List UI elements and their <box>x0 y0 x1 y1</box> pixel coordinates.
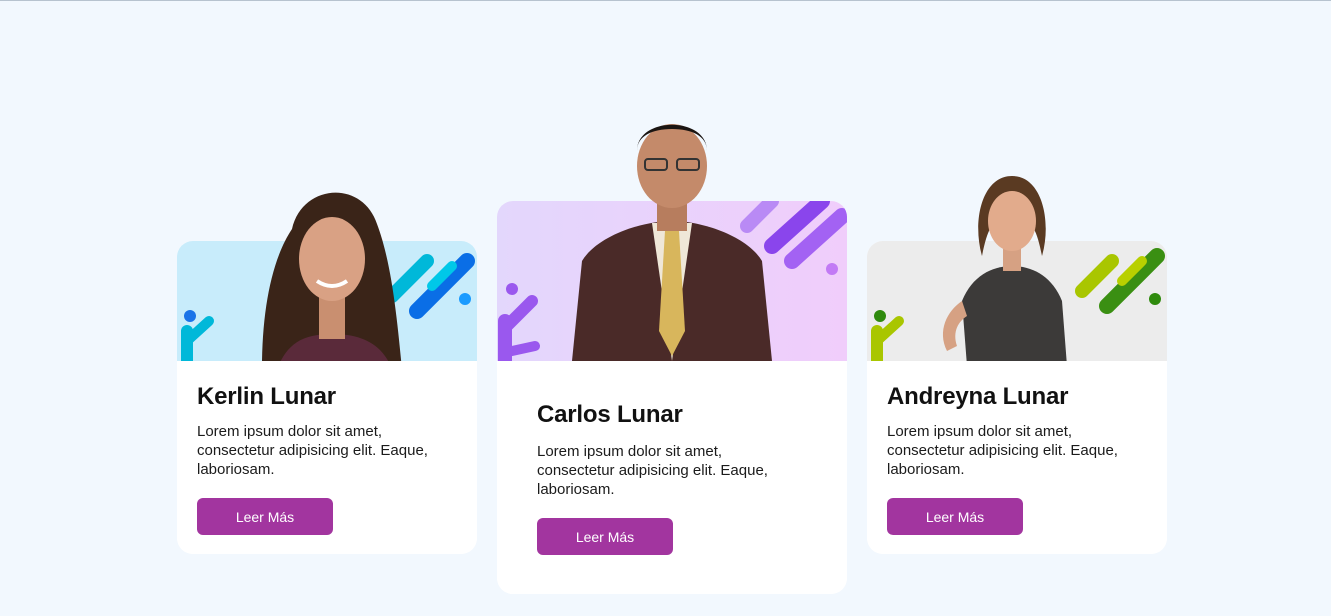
member-description: Lorem ipsum dolor sit amet, consectetur … <box>537 443 768 498</box>
card-content: Andreyna Lunar Lorem ipsum dolor sit ame… <box>867 361 1167 554</box>
kerlin-photo <box>262 192 402 369</box>
card-content: Carlos Lunar Lorem ipsum dolor sit amet,… <box>497 361 847 594</box>
member-name: Carlos Lunar <box>537 401 683 428</box>
andreyna-photo <box>942 176 1067 366</box>
member-name: Kerlin Lunar <box>197 383 336 410</box>
read-more-button[interactable]: Leer Más <box>887 498 1023 535</box>
member-name: Andreyna Lunar <box>887 383 1069 410</box>
read-more-button[interactable]: Leer Más <box>537 518 673 555</box>
team-card-kerlin: Kerlin Lunar Lorem ipsum dolor sit amet,… <box>177 192 477 554</box>
read-more-button[interactable]: Leer Más <box>197 498 333 535</box>
team-card-carlos: Carlos Lunar Lorem ipsum dolor sit amet,… <box>497 124 847 594</box>
member-description: Lorem ipsum dolor sit amet, consectetur … <box>197 423 428 478</box>
member-description: Lorem ipsum dolor sit amet, consectetur … <box>887 423 1118 478</box>
team-card-andreyna: Andreyna Lunar Lorem ipsum dolor sit ame… <box>867 176 1167 554</box>
carlos-photo <box>572 124 772 361</box>
card-content: Kerlin Lunar Lorem ipsum dolor sit amet,… <box>177 361 477 554</box>
